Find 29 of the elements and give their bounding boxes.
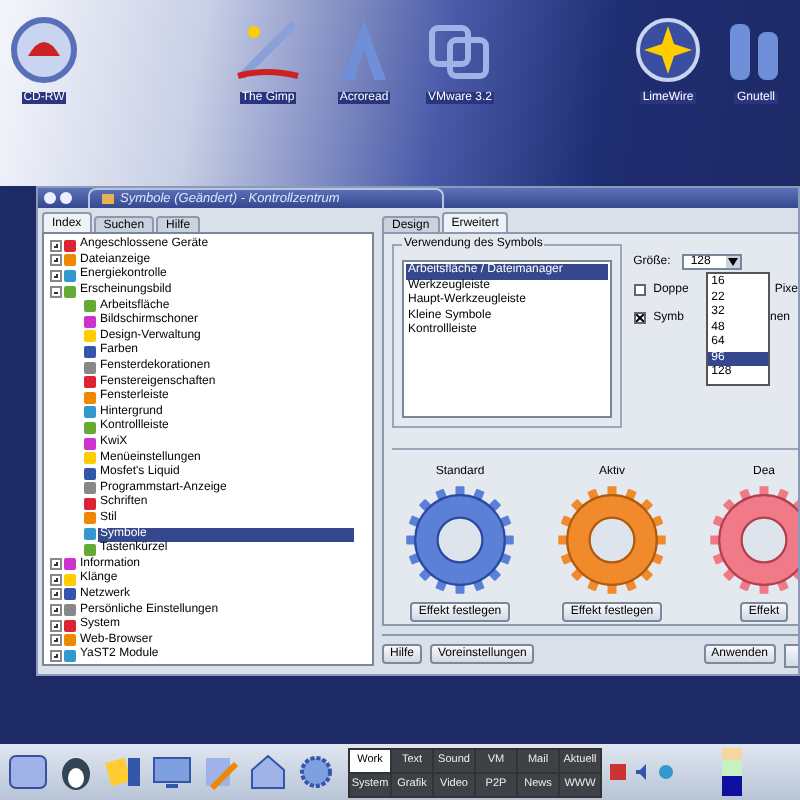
cut-off-button[interactable] [784,644,798,668]
monitor-icon[interactable] [152,752,192,792]
gear-icon [556,484,668,596]
expander-icon[interactable] [50,619,62,632]
expander-icon[interactable] [50,634,62,647]
expander-icon[interactable] [50,254,62,267]
maximize-button[interactable] [60,192,72,204]
checkbox[interactable] [633,312,646,324]
expander-icon[interactable] [50,558,62,571]
system-monitor-icon [722,748,742,796]
checkbox[interactable] [633,284,646,296]
expander-icon[interactable] [50,604,62,617]
app-icon [102,194,114,204]
expander-icon[interactable] [50,269,62,282]
expander-icon[interactable] [50,239,62,252]
editor-icon[interactable] [104,752,144,792]
expander-icon[interactable] [50,573,62,586]
minimize-button[interactable] [44,192,56,204]
speaker-icon[interactable] [634,764,650,780]
gear-icon[interactable] [296,752,336,792]
expander-icon[interactable] [50,588,62,601]
expander-icon[interactable] [50,649,62,662]
desktop-app-icon[interactable] [10,16,78,84]
caret-icon [728,258,739,266]
expander-icon[interactable] [50,285,62,298]
k-menu-icon[interactable] [8,752,48,792]
house-icon[interactable] [248,752,288,792]
gear-icon [404,484,516,596]
penguin-icon[interactable] [56,752,96,792]
